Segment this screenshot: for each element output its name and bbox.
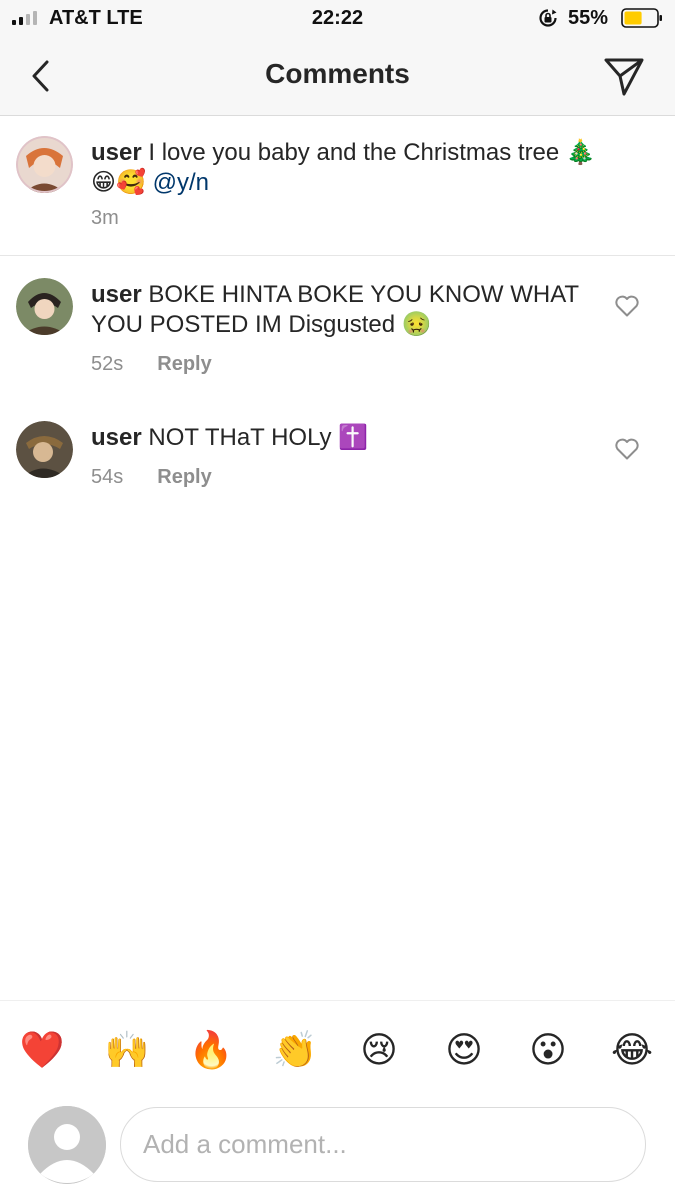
battery-percentage: 55% <box>568 7 609 29</box>
reply-button[interactable]: Reply <box>157 353 211 376</box>
comment-text: NOT THaT HOLy ✝️ <box>141 424 369 451</box>
rotation-lock-icon <box>539 9 557 27</box>
heart-icon[interactable] <box>614 294 640 318</box>
avatar[interactable] <box>16 421 73 478</box>
comment-meta: 3m <box>91 207 119 230</box>
comment-timestamp: 3m <box>91 207 119 229</box>
emoji-crying-button[interactable]: 😢 <box>355 1028 403 1072</box>
emoji-heart-button[interactable]: ❤️ <box>18 1028 66 1072</box>
emoji-laughing-button[interactable]: 😂 <box>608 1028 656 1072</box>
comment-username[interactable]: user <box>91 424 142 451</box>
paper-plane-icon[interactable] <box>600 52 648 100</box>
emoji-clap-button[interactable]: 👏 <box>271 1028 319 1072</box>
avatar[interactable] <box>16 278 73 335</box>
comment-timestamp: 52s <box>91 353 124 375</box>
page-title: Comments <box>265 58 410 89</box>
reply-button[interactable]: Reply <box>157 466 211 489</box>
emoji-fire-button[interactable]: 🔥 <box>187 1028 235 1072</box>
mention-link[interactable]: @y/n <box>153 169 209 196</box>
heart-icon[interactable] <box>614 437 640 461</box>
divider <box>0 255 675 256</box>
emoji-raised-hands-button[interactable]: 🙌 <box>103 1028 151 1072</box>
caption-text: user I love you baby and the Christmas t… <box>91 138 601 198</box>
battery-icon <box>621 8 662 28</box>
comment-timestamp: 54s <box>91 466 124 488</box>
comment-text-block: user NOT THaT HOLy ✝️ <box>91 423 601 453</box>
comment-username[interactable]: user <box>91 139 142 166</box>
comment-text: BOKE HINTA BOKE YOU KNOW WHAT YOU POSTED… <box>91 281 579 338</box>
emoji-heart-eyes-button[interactable]: 😍 <box>440 1028 488 1072</box>
comment-meta: 52s Reply <box>91 353 212 376</box>
status-bar: AT&T LTE 22:22 55% <box>0 0 675 38</box>
comment-input[interactable] <box>120 1107 646 1182</box>
emoji-surprised-button[interactable]: 😮 <box>524 1028 572 1072</box>
avatar[interactable] <box>16 136 73 193</box>
comment-username[interactable]: user <box>91 281 142 308</box>
comment-meta: 54s Reply <box>91 466 212 489</box>
user-avatar-placeholder-icon <box>28 1106 106 1184</box>
navigation-bar: Comments <box>0 38 675 116</box>
comment-text-block: user BOKE HINTA BOKE YOU KNOW WHAT YOU P… <box>91 280 601 340</box>
quick-emoji-bar: ❤️ 🙌 🔥 👏 😢 😍 😮 😂 <box>0 1000 675 1094</box>
